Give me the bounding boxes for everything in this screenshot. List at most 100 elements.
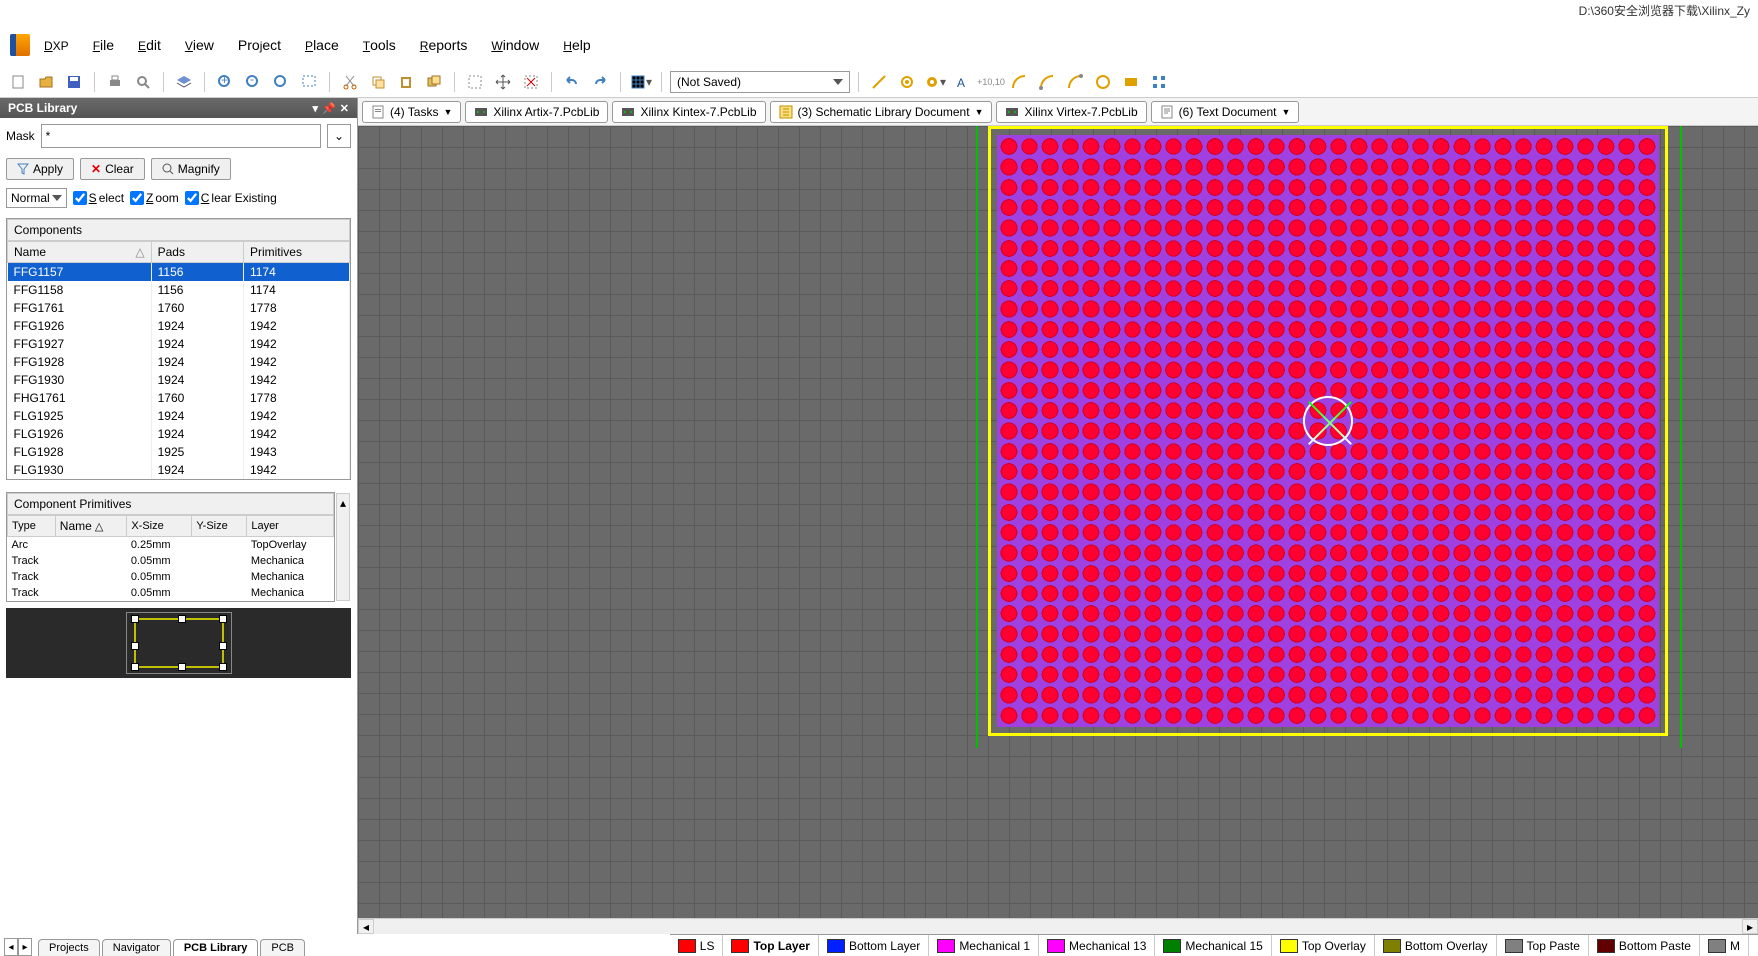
doc-tab[interactable]: (4) Tasks ▼ xyxy=(362,101,461,123)
place-string-icon[interactable]: A xyxy=(951,70,975,94)
table-row[interactable]: Arc0.25mmTopOverlay xyxy=(8,537,334,554)
table-row[interactable]: FFG192719241942 xyxy=(8,335,350,353)
doc-tab[interactable]: Xilinx Artix-7.PcbLib xyxy=(465,101,608,123)
zoom-rect-icon[interactable] xyxy=(297,70,321,94)
menu-file[interactable]: File xyxy=(83,33,124,57)
select-checkbox[interactable]: Select xyxy=(73,191,124,205)
menu-reports[interactable]: Reports xyxy=(410,33,478,57)
col-name[interactable]: Name △ xyxy=(8,242,152,263)
layer-tab[interactable]: Top Paste xyxy=(1497,935,1589,956)
table-row[interactable]: Track0.05mmMechanica xyxy=(8,553,334,569)
zoom-fit-icon[interactable] xyxy=(269,70,293,94)
tab-nav-left-icon[interactable]: ◂ xyxy=(4,938,18,956)
redo-icon[interactable] xyxy=(588,70,612,94)
place-full-circle-icon[interactable] xyxy=(1091,70,1115,94)
layer-tab[interactable]: Mechanical 1 xyxy=(929,935,1039,956)
scroll-left-icon[interactable]: ◂ xyxy=(358,919,374,934)
panel-menu-icon[interactable]: ▾ xyxy=(313,102,319,115)
mask-input[interactable] xyxy=(41,124,321,148)
table-row[interactable]: FLG193019241942 xyxy=(8,461,350,479)
copy-icon[interactable] xyxy=(366,70,390,94)
menu-place[interactable]: Place xyxy=(295,33,349,57)
table-row[interactable]: FFG176117601778 xyxy=(8,299,350,317)
layer-tab[interactable]: Bottom Paste xyxy=(1589,935,1700,956)
doc-tab[interactable]: (3) Schematic Library Document ▼ xyxy=(770,101,993,123)
cut-icon[interactable] xyxy=(338,70,362,94)
new-icon[interactable] xyxy=(6,70,30,94)
table-row[interactable]: FHG176117601778 xyxy=(8,389,350,407)
table-row[interactable]: FFG193019241942 xyxy=(8,371,350,389)
layer-tab[interactable]: Top Overlay xyxy=(1272,935,1375,956)
place-coord-icon[interactable]: +10,10 xyxy=(979,70,1003,94)
col-layer[interactable]: Layer xyxy=(247,516,334,537)
col-primitives[interactable]: Primitives xyxy=(243,242,349,263)
col-pname[interactable]: Name △ xyxy=(55,516,127,537)
table-row[interactable]: FFG192619241942 xyxy=(8,317,350,335)
doc-tab[interactable]: Xilinx Virtex-7.PcbLib xyxy=(996,101,1146,123)
open-icon[interactable] xyxy=(34,70,58,94)
col-ysize[interactable]: Y-Size xyxy=(192,516,247,537)
place-arc-edge-icon[interactable] xyxy=(1035,70,1059,94)
deselect-icon[interactable] xyxy=(519,70,543,94)
menu-tools[interactable]: Tools xyxy=(353,33,406,57)
layer-tab[interactable]: Mechanical 13 xyxy=(1039,935,1155,956)
clear-button[interactable]: ✕Clear xyxy=(80,158,145,180)
paste-icon[interactable] xyxy=(394,70,418,94)
layer-tab[interactable]: Bottom Overlay xyxy=(1375,935,1497,956)
table-row[interactable]: FLG192619241942 xyxy=(8,425,350,443)
mask-dropdown-icon[interactable]: ⌄ xyxy=(327,124,351,148)
apply-button[interactable]: Apply xyxy=(6,158,74,180)
table-row[interactable]: Track0.05mmMechanica xyxy=(8,585,334,601)
magnify-button[interactable]: Magnify xyxy=(151,158,231,180)
menu-help[interactable]: Help xyxy=(553,33,600,57)
select-rect-icon[interactable] xyxy=(463,70,487,94)
print-icon[interactable] xyxy=(103,70,127,94)
place-arc-angle-icon[interactable] xyxy=(1063,70,1087,94)
place-arc-center-icon[interactable] xyxy=(1007,70,1031,94)
zoom-out-icon[interactable]: - xyxy=(241,70,265,94)
scroll-right-icon[interactable]: ▸ xyxy=(1742,919,1758,934)
table-row[interactable]: FFG115711561174 xyxy=(8,263,350,282)
pin-icon[interactable]: 📌 xyxy=(322,102,336,115)
component-preview[interactable] xyxy=(6,608,351,678)
primitives-scrollbar[interactable]: ▴ xyxy=(336,493,350,601)
tab-pcb[interactable]: PCB xyxy=(260,939,305,956)
save-status-combo[interactable]: (Not Saved) xyxy=(670,71,850,93)
menu-dxp[interactable]: DXP xyxy=(34,33,79,57)
layers-icon[interactable] xyxy=(172,70,196,94)
table-row[interactable]: Track0.05mmMechanica xyxy=(8,569,334,585)
undo-icon[interactable] xyxy=(560,70,584,94)
place-pad-icon[interactable] xyxy=(895,70,919,94)
clear-existing-checkbox[interactable]: Clear Existing xyxy=(185,191,277,205)
layer-tab[interactable]: M xyxy=(1700,935,1749,956)
place-rect-icon[interactable] xyxy=(1119,70,1143,94)
pcb-canvas[interactable] xyxy=(358,126,1758,918)
layer-tab[interactable]: LS xyxy=(670,935,724,956)
place-via-icon[interactable]: ▾ xyxy=(923,70,947,94)
menu-window[interactable]: Window xyxy=(481,33,549,57)
tab-nav-right-icon[interactable]: ▸ xyxy=(18,938,32,956)
menu-edit[interactable]: Edit xyxy=(128,33,171,57)
doc-tab[interactable]: (6) Text Document ▼ xyxy=(1151,101,1300,123)
layer-tab[interactable]: Bottom Layer xyxy=(819,935,929,956)
place-array-icon[interactable] xyxy=(1147,70,1171,94)
doc-tab[interactable]: Xilinx Kintex-7.PcbLib xyxy=(612,101,765,123)
zoom-checkbox[interactable]: Zoom xyxy=(130,191,179,205)
col-pads[interactable]: Pads xyxy=(151,242,243,263)
table-row[interactable]: FLG192819251943 xyxy=(8,443,350,461)
table-row[interactable]: FFG192819241942 xyxy=(8,353,350,371)
menu-project[interactable]: Project xyxy=(228,33,291,57)
place-line-icon[interactable] xyxy=(867,70,891,94)
tab-navigator[interactable]: Navigator xyxy=(102,939,171,956)
duplicate-icon[interactable] xyxy=(422,70,446,94)
layer-tab[interactable]: Top Layer xyxy=(723,935,818,956)
layer-tab[interactable]: Mechanical 15 xyxy=(1155,935,1271,956)
canvas-hscrollbar[interactable]: ◂ ▸ xyxy=(358,918,1758,934)
close-panel-icon[interactable]: ✕ xyxy=(340,102,349,115)
menu-view[interactable]: View xyxy=(175,33,224,57)
table-row[interactable]: FLG192519241942 xyxy=(8,407,350,425)
table-row[interactable]: FFG115811561174 xyxy=(8,281,350,299)
col-xsize[interactable]: X-Size xyxy=(127,516,192,537)
move-icon[interactable] xyxy=(491,70,515,94)
zoom-in-icon[interactable]: + xyxy=(213,70,237,94)
